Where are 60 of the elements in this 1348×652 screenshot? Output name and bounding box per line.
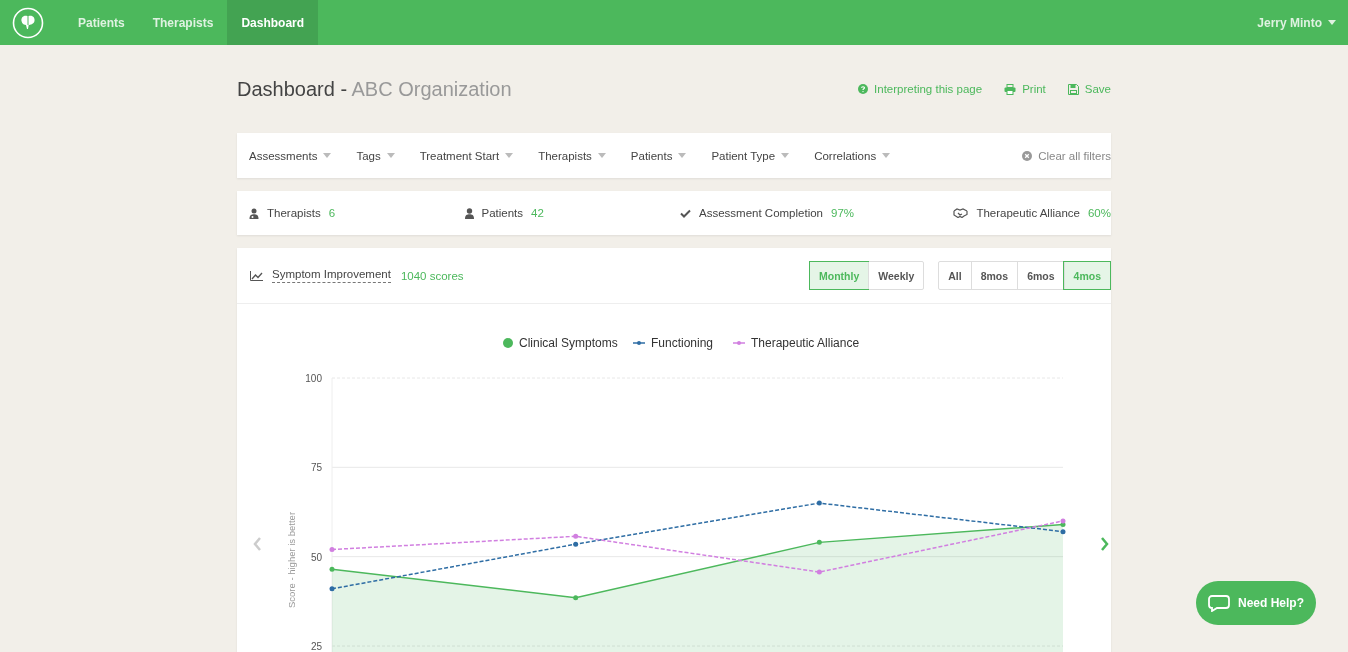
- filter-dropdown[interactable]: Therapists: [538, 149, 606, 162]
- clear-filters-button[interactable]: Clear all filters: [1022, 149, 1111, 162]
- stat-label: Assessment Completion: [699, 207, 823, 219]
- range-toggle[interactable]: 8mos: [970, 262, 1018, 289]
- chevron-left-icon[interactable]: [253, 537, 261, 551]
- stat-value: 60%: [1087, 207, 1111, 219]
- data-point: [816, 500, 822, 506]
- y-tick-label: 100: [305, 373, 322, 384]
- caret-icon: [323, 153, 332, 158]
- caret-icon: [505, 153, 514, 158]
- data-point: [329, 547, 335, 552]
- page-title: Dashboard - ABC Organization: [237, 77, 513, 101]
- y-tick-label: 25: [310, 641, 322, 652]
- caret-icon: [781, 153, 790, 158]
- filter-dropdown[interactable]: Patients: [630, 149, 687, 162]
- range-toggle[interactable]: All: [939, 262, 971, 289]
- data-point: [573, 595, 579, 601]
- caret-icon: [597, 153, 606, 158]
- legend-item[interactable]: Therapeutic Alliance: [732, 336, 860, 350]
- stat-label: Therapeutic Alliance: [976, 207, 1080, 219]
- legend-label: Functioning: [651, 336, 714, 350]
- filter-dropdown[interactable]: Treatment Start: [419, 149, 514, 162]
- y-tick-label: 75: [310, 462, 322, 474]
- user-icon: [464, 207, 474, 219]
- data-point: [816, 569, 822, 575]
- caret-icon: [1328, 20, 1336, 25]
- data-point: [329, 586, 335, 592]
- data-point: [573, 533, 579, 539]
- chevron-right-icon[interactable]: [1101, 537, 1109, 551]
- data-point: [329, 566, 335, 572]
- stat-label: Patients: [481, 207, 524, 219]
- filter-dropdown[interactable]: Correlations: [814, 149, 891, 162]
- filter-dropdown[interactable]: Tags: [356, 149, 395, 162]
- caret-icon: [678, 153, 687, 158]
- chart-title[interactable]: Symptom Improvement: [272, 268, 391, 283]
- filter-dropdown[interactable]: Patient Type: [711, 149, 790, 162]
- stat-value: 97%: [831, 207, 855, 219]
- y-tick-label: 50: [310, 551, 322, 563]
- help-icon: [858, 84, 869, 94]
- line-chart-icon: [250, 270, 263, 281]
- score-count: 1040 scores: [400, 269, 464, 282]
- y-axis-title: Score - higher is better: [286, 511, 297, 609]
- legend-item[interactable]: Functioning: [632, 336, 714, 350]
- chat-bubble-icon: [1208, 594, 1230, 612]
- printer-icon: [1004, 83, 1017, 95]
- stat-value: 42: [531, 207, 544, 219]
- stat-value: 6: [328, 207, 336, 219]
- legend-item[interactable]: Clinical Symptoms: [503, 336, 618, 350]
- stat-label: Therapists: [267, 207, 321, 219]
- data-point: [816, 539, 822, 545]
- data-point: [1060, 529, 1066, 535]
- filter-dropdown[interactable]: Assessments: [249, 149, 332, 162]
- data-point: [573, 541, 579, 547]
- brain-logo-icon[interactable]: [12, 6, 44, 39]
- caret-icon: [882, 153, 891, 158]
- close-icon: [1022, 150, 1033, 161]
- caret-icon: [386, 153, 395, 158]
- granularity-toggle[interactable]: Weekly: [868, 262, 924, 289]
- doctor-icon: [249, 207, 259, 219]
- checkmark-icon: [680, 208, 691, 218]
